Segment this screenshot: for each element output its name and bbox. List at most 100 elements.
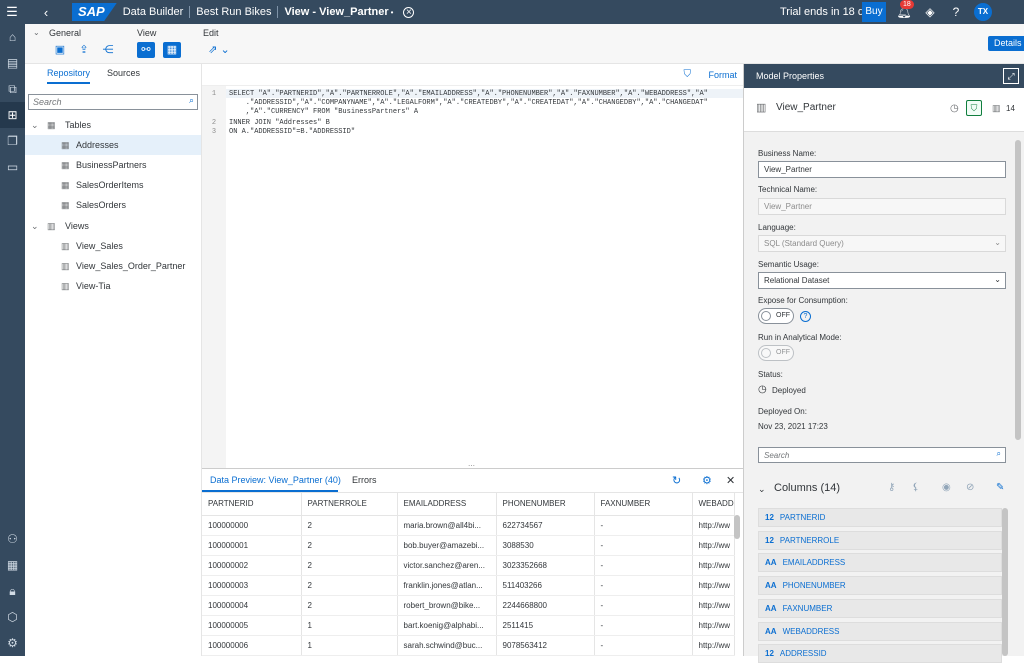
column-name: PARTNERROLE bbox=[779, 535, 840, 545]
column-item[interactable]: 12 PARTNERID bbox=[758, 508, 1002, 527]
column-header[interactable]: PHONENUMBER bbox=[496, 493, 595, 516]
validate-shield-icon[interactable]: ⛉ bbox=[684, 69, 692, 80]
chevron-down-icon[interactable]: ⌄ bbox=[31, 221, 43, 232]
column-header[interactable]: EMAILADDRESS bbox=[397, 493, 497, 516]
tab-data-preview[interactable]: Data Preview: View_Partner (40) bbox=[210, 475, 341, 485]
properties-scrollbar[interactable] bbox=[1015, 140, 1021, 440]
search-icon[interactable]: ⌕ bbox=[997, 449, 1001, 459]
export-icon[interactable]: ⇗ ⌄ bbox=[205, 42, 233, 58]
tree-item-addresses[interactable]: ▦ Addresses bbox=[25, 135, 201, 155]
tree-item-salesorders[interactable]: ▦ SalesOrders bbox=[25, 195, 201, 215]
columns-scrollbar[interactable] bbox=[1002, 508, 1008, 656]
columns-search-input[interactable]: Search ⌕ bbox=[758, 447, 1006, 463]
security-icon[interactable]: 🔒︎ bbox=[0, 578, 25, 604]
eye-icon[interactable]: ◉ bbox=[942, 482, 951, 493]
tree-item-view-sales-order-partner[interactable]: ▥ View_Sales_Order_Partner bbox=[25, 256, 201, 276]
help-icon[interactable]: ? bbox=[948, 4, 964, 20]
save-icon[interactable]: ▣ bbox=[51, 42, 69, 58]
tree-views[interactable]: ⌄ ▥ Views bbox=[25, 216, 201, 236]
transport-icon[interactable]: ⬡ bbox=[0, 604, 25, 630]
editor-toolbar: ⌄ General ▣ ⇪ ⋲ View ⚯ ▦ Edit ⇗ ⌄ Detail… bbox=[25, 24, 1024, 64]
help-icon[interactable]: ? bbox=[800, 311, 811, 322]
column-item[interactable]: AA FAXNUMBER bbox=[758, 598, 1002, 618]
deploy-icon[interactable]: ⇪ bbox=[75, 42, 93, 58]
column-item[interactable]: 12 ADDRESSID bbox=[758, 644, 1002, 663]
table-row[interactable]: 100000002 2 victor.sanchez@aren... 30233526… bbox=[202, 555, 735, 576]
table-row[interactable]: 100000004 2 robert_brown@bike... 2244668800… bbox=[202, 595, 735, 616]
settings-icon[interactable]: ⚙ bbox=[0, 630, 25, 656]
column-item[interactable]: AA WEBADDRESS bbox=[758, 621, 1002, 641]
collapse-icon[interactable]: ⌄ bbox=[33, 28, 40, 37]
close-icon[interactable]: × bbox=[403, 6, 415, 18]
column-name: EMAILADDRESS bbox=[782, 558, 846, 568]
format-button[interactable]: Format bbox=[708, 70, 737, 80]
column-header[interactable]: PARTNERID bbox=[202, 493, 302, 516]
tree-item-view-tia[interactable]: ▥ View-Tia bbox=[25, 276, 201, 296]
breadcrumb-data-builder[interactable]: Data Builder bbox=[117, 6, 190, 18]
table-row[interactable]: 100000006 1 sarah.schwind@buc... 9078563412… bbox=[202, 635, 735, 656]
properties-title: Model Properties bbox=[756, 71, 825, 81]
repository-search-input[interactable]: Search ⌕ bbox=[28, 94, 198, 110]
home-icon[interactable]: ⌂ bbox=[0, 24, 25, 50]
key-icon[interactable]: ⚷ bbox=[888, 482, 895, 493]
tab-errors[interactable]: Errors bbox=[352, 475, 377, 485]
editor-header: ⛉ Format bbox=[202, 64, 743, 86]
share-icon[interactable]: ⋲ bbox=[99, 42, 117, 58]
table-cell: http://ww bbox=[692, 615, 735, 636]
expand-icon[interactable]: ⤢ bbox=[1003, 68, 1019, 84]
unkey-icon[interactable]: ⚸ bbox=[912, 482, 919, 493]
refresh-icon[interactable]: ↻ bbox=[672, 474, 681, 487]
tree-tables[interactable]: ⌄ ▦ Tables bbox=[25, 115, 201, 135]
monitor-icon[interactable]: ▭ bbox=[0, 154, 25, 180]
menu-icon[interactable]: ☰ bbox=[0, 0, 24, 24]
view-icon: ▥ bbox=[47, 220, 56, 231]
tree-item-salesorderitems[interactable]: ▦ SalesOrderItems bbox=[25, 175, 201, 195]
business-builder-icon[interactable]: ❐ bbox=[0, 128, 25, 154]
column-item[interactable]: 12 PARTNERROLE bbox=[758, 530, 1002, 550]
chevron-down-icon[interactable]: ⌄ bbox=[994, 275, 1001, 284]
table-row[interactable]: 100000005 1 bart.koenig@alphabi... 2511415-… bbox=[202, 615, 735, 636]
sql-view-icon[interactable]: ▦ bbox=[163, 42, 181, 58]
edit-icon[interactable]: ✎ bbox=[996, 482, 1004, 493]
table-row[interactable]: 100000001 2 bob.buyer@amazebi... 3088530- ht… bbox=[202, 535, 735, 556]
modeler-icon[interactable]: ⧉ bbox=[0, 76, 25, 102]
details-button[interactable]: Details bbox=[988, 36, 1024, 51]
gear-icon[interactable]: ⚙ bbox=[702, 474, 712, 487]
back-icon[interactable]: ‹ bbox=[34, 0, 58, 24]
catalog-icon[interactable]: ▤ bbox=[0, 50, 25, 76]
analytical-label: Run in Analytical Mode: bbox=[758, 333, 842, 342]
table-cell: - bbox=[594, 535, 693, 556]
buy-button[interactable]: Buy bbox=[862, 2, 886, 22]
tree-item-view-sales[interactable]: ▥ View_Sales bbox=[25, 236, 201, 256]
tab-repository[interactable]: Repository bbox=[47, 68, 91, 84]
column-header[interactable]: FAXNUMBER bbox=[594, 493, 693, 516]
column-item[interactable]: AA PHONENUMBER bbox=[758, 576, 1002, 596]
chevron-down-icon[interactable]: ⌄ bbox=[758, 484, 766, 495]
shield-icon[interactable]: ⛉ bbox=[966, 100, 982, 116]
connections-icon[interactable]: ▦ bbox=[0, 552, 25, 578]
clock-icon[interactable]: ◷ bbox=[950, 103, 959, 114]
expose-toggle[interactable]: OFF bbox=[758, 308, 794, 324]
space-icon[interactable]: ⚇ bbox=[0, 526, 25, 552]
eye-off-icon[interactable]: ⊘ bbox=[966, 482, 974, 493]
table-row[interactable]: 100000000 2 maria.brown@all4bi... 622734567… bbox=[202, 515, 735, 536]
column-header[interactable]: PARTNERROLE bbox=[301, 493, 398, 516]
table-row[interactable]: 100000003 2 franklin.jones@atlan... 5114032… bbox=[202, 575, 735, 596]
column-item[interactable]: AA EMAILADDRESS bbox=[758, 553, 1002, 573]
tree-item-businesspartners[interactable]: ▦ BusinessPartners bbox=[25, 155, 201, 175]
chevron-down-icon[interactable]: ⌄ bbox=[31, 120, 43, 131]
vertical-scrollbar[interactable] bbox=[734, 515, 740, 539]
diagram-view-icon[interactable]: ⚯ bbox=[137, 42, 155, 58]
search-icon[interactable]: ⌕ bbox=[189, 95, 194, 106]
object-header: ▥ View_Partner ◷ ⛉ ▥ 14 bbox=[744, 88, 1024, 132]
semantic-usage-select[interactable]: Relational Dataset ⌄ bbox=[758, 272, 1006, 289]
data-builder-icon[interactable]: ⊞ bbox=[0, 102, 25, 128]
avatar[interactable]: TX bbox=[974, 3, 992, 21]
column-header[interactable]: WEBADD bbox=[692, 493, 735, 516]
tab-sources[interactable]: Sources bbox=[107, 68, 140, 82]
sql-editor[interactable]: ⛉ Format 1 2 3 SELECT "A"."PARTNERID","A… bbox=[202, 64, 743, 470]
breadcrumb-space[interactable]: Best Run Bikes bbox=[189, 6, 277, 18]
feedback-icon[interactable]: ◈ bbox=[922, 4, 938, 20]
close-icon[interactable]: ✕ bbox=[726, 474, 735, 487]
business-name-input[interactable]: View_Partner bbox=[758, 161, 1006, 178]
